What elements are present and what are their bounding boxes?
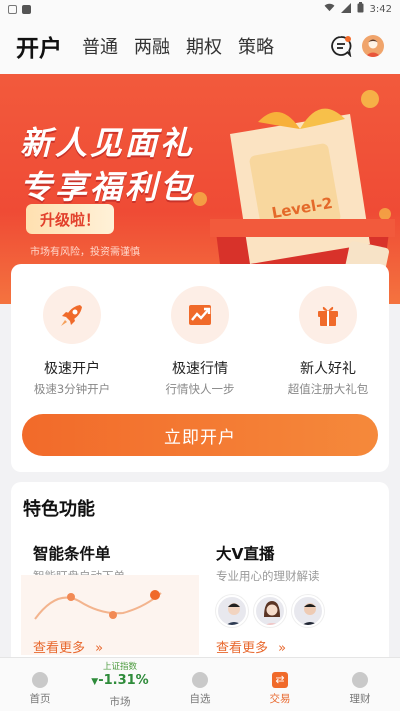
tab-home[interactable]: 首页 — [0, 658, 80, 711]
tab-label: 市场 — [109, 696, 131, 708]
notification-icon — [8, 4, 17, 14]
feature-title: 极速开户 — [44, 361, 100, 377]
index-value: ▼-1.31% — [80, 673, 160, 688]
tab-watchlist[interactable]: 自选 — [160, 658, 240, 711]
plus-circle-icon — [192, 672, 208, 688]
tab-label: 理财 — [349, 693, 371, 705]
feature-subtitle: 行情快人一步 — [165, 382, 235, 396]
item-subtitle: 专业用心的理财解读 — [216, 569, 320, 583]
trade-icon: ⇄ — [272, 672, 288, 688]
special-features-card: 特色功能 智能条件单 智能盯盘自动下单 查看更多 » 大V直播 专业用心的理财解… — [11, 482, 389, 668]
tab-label: 自选 — [189, 693, 211, 705]
host-avatar[interactable] — [216, 595, 248, 627]
host-avatars — [216, 595, 324, 627]
live-stream-more-link[interactable]: 查看更多 » — [216, 637, 286, 656]
live-stream-item[interactable]: 大V直播 专业用心的理财解读 — [216, 542, 320, 584]
feature-title: 新人好礼 — [300, 361, 356, 377]
feature-new-user-gift[interactable]: 新人好礼 超值注册大礼包 — [273, 286, 383, 397]
wealth-icon — [352, 672, 368, 688]
banner-title-line1: 新人见面礼 — [20, 124, 196, 162]
double-chevron-right-icon: » — [95, 641, 104, 656]
section-title: 特色功能 — [23, 499, 95, 520]
banner-title-line2: 专享福利包 — [20, 168, 196, 206]
item-title: 大V直播 — [216, 545, 275, 563]
tab-trade[interactable]: ⇄ 交易 — [240, 658, 320, 711]
open-account-button[interactable]: 立即开户 — [22, 414, 378, 456]
trend-chart-icon — [171, 286, 229, 344]
tab-normal[interactable]: 普通 — [82, 33, 118, 59]
home-icon — [32, 672, 48, 688]
signal-icon — [340, 2, 351, 16]
bottom-tab-bar: 首页 上证指数 ▼-1.31% 市场 自选 ⇄ 交易 理财 — [0, 657, 400, 711]
host-avatar[interactable] — [292, 595, 324, 627]
host-avatar[interactable] — [254, 595, 286, 627]
feature-subtitle: 超值注册大礼包 — [287, 382, 369, 396]
tab-label: 交易 — [269, 693, 291, 705]
item-title: 智能条件单 — [33, 545, 111, 563]
feature-title: 极速行情 — [172, 361, 228, 377]
double-chevron-right-icon: » — [278, 641, 287, 656]
avatar[interactable] — [362, 35, 384, 57]
feature-fast-quotes[interactable]: 极速行情 行情快人一步 — [145, 286, 255, 397]
tab-market[interactable]: 上证指数 ▼-1.31% 市场 — [80, 658, 160, 711]
index-name: 上证指数 — [102, 662, 137, 672]
feature-fast-open[interactable]: 极速开户 极速3分钟开户 — [17, 286, 127, 397]
tab-wealth[interactable]: 理财 — [320, 658, 400, 711]
app-notification-icon — [22, 4, 31, 14]
status-bar: 3:42 — [0, 0, 400, 18]
risk-warning: 市场有风险，投资需谨慎 — [30, 247, 140, 258]
app-screen: 3:42 开户 普通 两融 期权 策略 Level-2 新人见面礼 专享福利包 … — [0, 0, 400, 711]
message-icon[interactable] — [330, 35, 352, 58]
wifi-icon — [324, 3, 335, 15]
tab-margin[interactable]: 两融 — [134, 33, 170, 59]
tab-open-account[interactable]: 开户 — [16, 29, 62, 63]
rocket-icon — [43, 286, 101, 344]
tab-strategy[interactable]: 策略 — [238, 33, 274, 59]
upgrade-button[interactable]: 升级啦！ — [26, 204, 114, 234]
index-change: -1.31% — [98, 673, 149, 688]
tab-label: 首页 — [29, 693, 51, 705]
more-label: 查看更多 — [33, 641, 86, 656]
smart-order-more-link[interactable]: 查看更多 » — [33, 637, 103, 656]
top-nav: 开户 普通 两融 期权 策略 — [0, 18, 400, 74]
feature-subtitle: 极速3分钟开户 — [33, 382, 111, 396]
tab-options[interactable]: 期权 — [186, 33, 222, 59]
gift-icon — [299, 286, 357, 344]
more-label: 查看更多 — [216, 641, 269, 656]
open-account-card: 极速开户 极速3分钟开户 极速行情 行情快人一步 新人好礼 超值注册大礼包 立即… — [11, 264, 389, 472]
clock-time: 3:42 — [369, 3, 392, 15]
battery-icon — [357, 2, 364, 16]
